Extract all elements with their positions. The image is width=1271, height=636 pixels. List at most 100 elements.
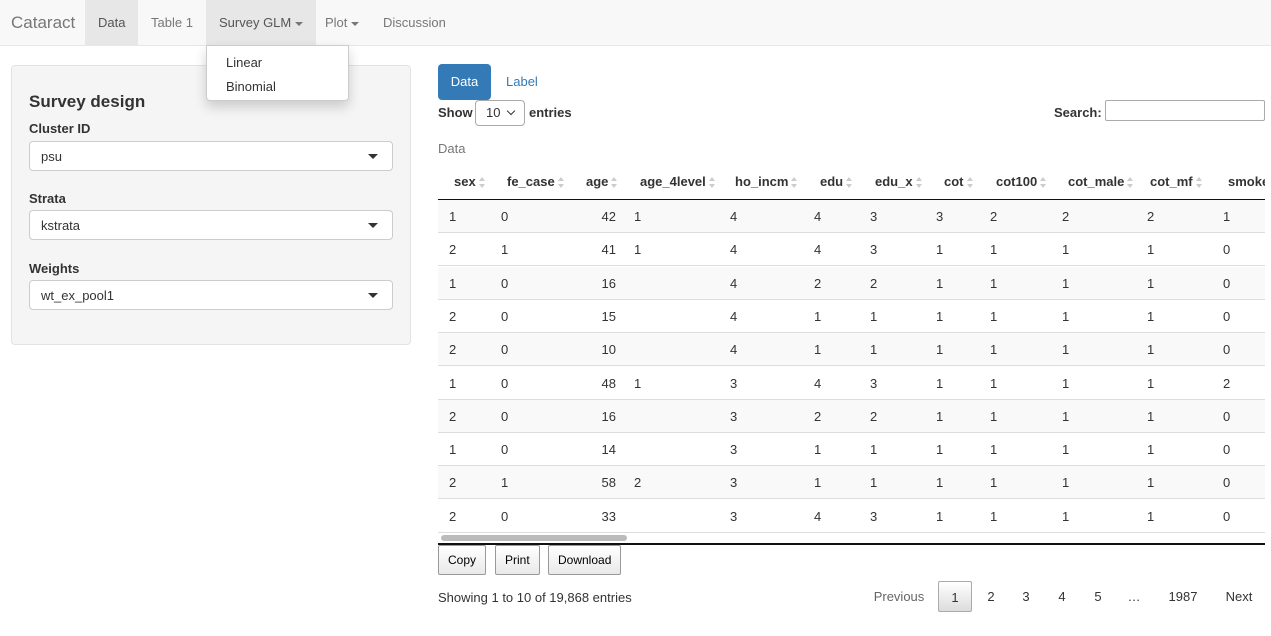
nav-survey-glm[interactable]: Survey GLM (206, 0, 317, 45)
column-header[interactable]: age_4level (640, 164, 716, 199)
table-cell: 1 (936, 475, 944, 491)
table-row[interactable]: 1 0 14 3 1 1 1 1 1 1 0 (438, 433, 1265, 467)
print-button[interactable]: Print (495, 545, 540, 575)
table-cell: 1 (870, 308, 878, 324)
cluster-id-select[interactable]: psu (29, 141, 393, 171)
download-button[interactable]: Download (548, 545, 622, 575)
survey-glm-dropdown: Linear Binomial (206, 45, 349, 101)
copy-button[interactable]: Copy (438, 545, 487, 575)
table-cell: 1 (814, 475, 822, 491)
column-header[interactable]: ho_incm (735, 164, 798, 199)
table-cell: 2 (1147, 209, 1155, 224)
column-header-label: cot_male (1068, 174, 1125, 189)
table-cell: 1 (634, 242, 642, 258)
column-header-label: age_4level (640, 174, 706, 189)
table-cell: 2 (870, 408, 878, 424)
table-row[interactable]: 1 0 16 4 2 2 1 1 1 1 0 (438, 266, 1265, 300)
column-header-label: fe_case (507, 174, 555, 189)
table-cell: 1 (814, 442, 822, 458)
table-cell: 1 (449, 375, 457, 391)
table-cell (634, 333, 664, 366)
table-cell: 3 (730, 408, 738, 424)
column-header[interactable]: cot (944, 164, 974, 199)
nav-discussion[interactable]: Discussion (370, 0, 459, 45)
table-row[interactable]: 2 1 41 1 4 4 3 1 1 1 1 0 (438, 233, 1265, 267)
panel-title: Survey design (29, 92, 146, 111)
entries-select[interactable]: 10 (475, 100, 525, 126)
nav-discussion-label: Discussion (383, 15, 446, 30)
pagination-next[interactable]: Next (1214, 581, 1264, 612)
nav-plot[interactable]: Plot (312, 0, 372, 45)
entries-value: 10 (486, 105, 501, 120)
table-cell: 0 (501, 375, 509, 391)
column-header[interactable]: cot100 (996, 164, 1047, 199)
table-row[interactable]: 2 0 33 3 4 3 1 1 1 1 0 (438, 500, 1265, 533)
table-row[interactable]: 1 0 42 1 4 4 3 3 2 2 2 1 (438, 200, 1265, 233)
table-cell: 4 (730, 342, 738, 358)
nav-table1[interactable]: Table 1 (138, 0, 206, 45)
table-cell: 14 (601, 442, 616, 458)
table-cell: 0 (1223, 508, 1231, 524)
table-cell: 1 (449, 209, 457, 224)
table-cell: 2 (449, 508, 457, 524)
table-cell: 2 (449, 308, 457, 324)
table-cell: 1 (501, 242, 509, 258)
table-cell: 1 (814, 308, 822, 324)
pagination-previous[interactable]: Previous (866, 581, 932, 612)
sort-icon (791, 177, 798, 189)
table-cell: 0 (501, 342, 509, 358)
table-cell: 4 (730, 275, 738, 291)
pagination-page[interactable]: 2 (976, 581, 1006, 612)
table-cell: 2 (814, 275, 822, 291)
caret-down-icon (368, 293, 378, 298)
table-cell: 0 (1223, 408, 1231, 424)
nav-data[interactable]: Data (85, 0, 139, 45)
table-cell: 1 (634, 375, 642, 391)
pagination-page[interactable]: 4 (1047, 581, 1077, 612)
table-cell: 3 (936, 209, 944, 224)
tab-label[interactable]: Label (494, 64, 550, 100)
column-header[interactable]: cot_mf (1150, 164, 1203, 199)
pagination-page[interactable]: 1987 (1160, 581, 1206, 612)
tab-data[interactable]: Data (438, 64, 491, 100)
table-row[interactable]: 2 0 16 3 2 2 1 1 1 1 0 (438, 399, 1265, 433)
column-header[interactable]: fe_case (507, 164, 565, 199)
table-cell: 1 (1147, 475, 1155, 491)
table-cell: 0 (501, 209, 509, 224)
survey-design-panel: Survey design Cluster ID psu Strata kstr… (11, 65, 411, 345)
dropdown-item-linear[interactable]: Linear (207, 51, 348, 75)
pagination-page[interactable]: 5 (1083, 581, 1113, 612)
table-cell: 1 (990, 508, 998, 524)
column-header[interactable]: smoke (1228, 164, 1265, 199)
table-cell: 2 (814, 408, 822, 424)
weights-select[interactable]: wt_ex_pool1 (29, 280, 393, 310)
table-row[interactable]: 2 0 15 4 1 1 1 1 1 1 0 (438, 300, 1265, 333)
column-header[interactable]: cot_male (1068, 164, 1134, 199)
table-cell: 3 (730, 442, 738, 458)
table-cell: 1 (870, 342, 878, 358)
caret-down-icon (368, 154, 378, 159)
pagination-page[interactable]: 1 (938, 581, 972, 612)
sort-icon (708, 177, 716, 189)
table-cell: 1 (1062, 508, 1070, 524)
table-cell: 0 (501, 508, 509, 524)
search-input[interactable] (1105, 100, 1265, 121)
column-header[interactable]: age (586, 164, 618, 199)
column-header[interactable]: edu (820, 164, 853, 199)
table-cell: 2 (449, 408, 457, 424)
horizontal-scrollbar[interactable] (441, 535, 627, 541)
table-cell: 4 (814, 209, 822, 224)
table-row[interactable]: 2 1 58 2 3 1 1 1 1 1 1 0 (438, 466, 1265, 500)
caret-down-icon (295, 21, 304, 26)
table-row[interactable]: 1 0 48 1 3 4 3 1 1 1 1 2 (438, 367, 1265, 400)
table-row[interactable]: 2 0 10 4 1 1 1 1 1 1 0 (438, 333, 1265, 367)
column-header-label: cot (944, 174, 964, 189)
column-header-label: smoke (1228, 174, 1265, 189)
pagination-page[interactable]: 3 (1011, 581, 1041, 612)
dropdown-item-binomial[interactable]: Binomial (207, 75, 348, 99)
column-header[interactable]: sex (454, 164, 486, 199)
strata-select[interactable]: kstrata (29, 210, 393, 240)
column-header[interactable]: edu_x (875, 164, 923, 199)
app-brand[interactable]: Cataract (11, 13, 75, 33)
table-cell: 3 (870, 375, 878, 391)
